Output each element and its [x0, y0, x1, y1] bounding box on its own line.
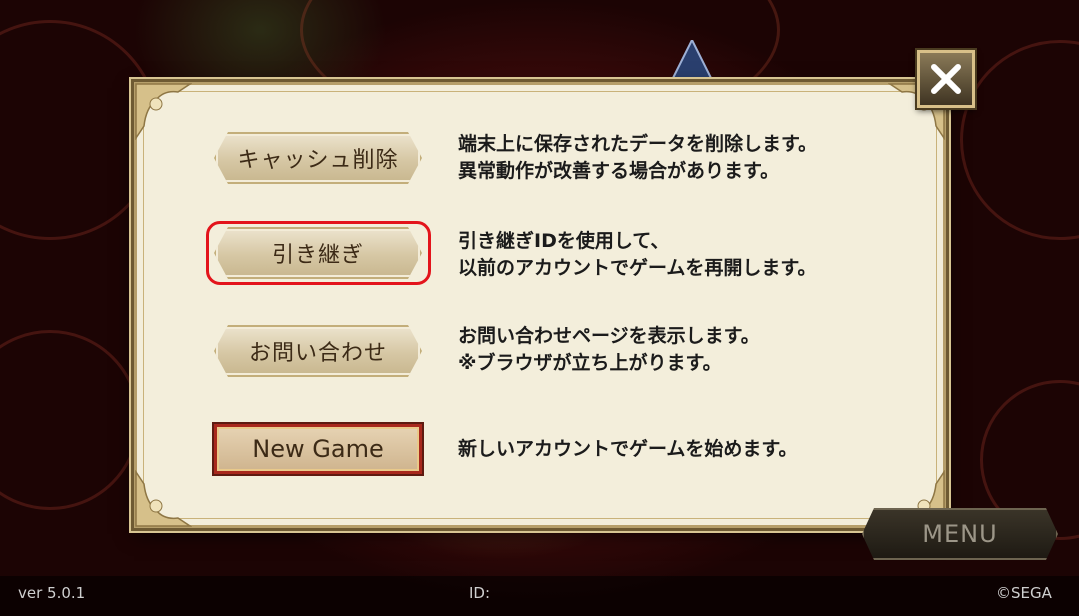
close-x-icon [931, 64, 961, 94]
contact-button[interactable]: お問い合わせ [214, 325, 422, 377]
clear-cache-description: 端末上に保存されたデータを削除します。 異常動作が改善する場合があります。 [458, 131, 817, 185]
clear-cache-label: キャッシュ削除 [237, 148, 399, 173]
transfer-button[interactable]: 引き継ぎ [214, 227, 422, 279]
new-game-label: New Game [252, 435, 384, 463]
description-line: お問い合わせページを表示します。 [458, 325, 760, 347]
contact-label: お問い合わせ [248, 341, 387, 366]
description-line: 引き継ぎIDを使用して、 [458, 230, 670, 252]
version-text: ver 5.0.1 [18, 584, 86, 602]
description-line: 端末上に保存されたデータを削除します。 [458, 133, 818, 155]
corner-ornament-icon [134, 469, 193, 528]
menu-label: MENU [922, 520, 998, 548]
transfer-description: 引き継ぎIDを使用して、 以前のアカウントでゲームを再開します。 [458, 228, 817, 282]
contact-description: お問い合わせページを表示します。 ※ブラウザが立ち上がります。 [458, 323, 760, 377]
close-button[interactable] [917, 50, 975, 108]
copyright-text: ©SEGA [996, 584, 1052, 602]
player-id-label: ID: [469, 584, 491, 602]
description-line: ※ブラウザが立ち上がります。 [458, 352, 722, 374]
background-swirl [0, 330, 140, 510]
footer-bar [0, 576, 1079, 616]
background-swirl [960, 40, 1079, 240]
menu-button[interactable]: MENU [862, 508, 1058, 560]
clear-cache-button[interactable]: キャッシュ削除 [214, 132, 422, 184]
transfer-label: 引き継ぎ [271, 243, 364, 268]
new-game-button[interactable]: New Game [214, 424, 422, 474]
description-line: 異常動作が改善する場合があります。 [458, 160, 780, 182]
description-line: 以前のアカウントでゲームを再開します。 [458, 257, 817, 279]
corner-ornament-icon [134, 82, 193, 141]
description-line: 新しいアカウントでゲームを始めます。 [458, 438, 798, 460]
new-game-description: 新しいアカウントでゲームを始めます。 [458, 436, 798, 463]
